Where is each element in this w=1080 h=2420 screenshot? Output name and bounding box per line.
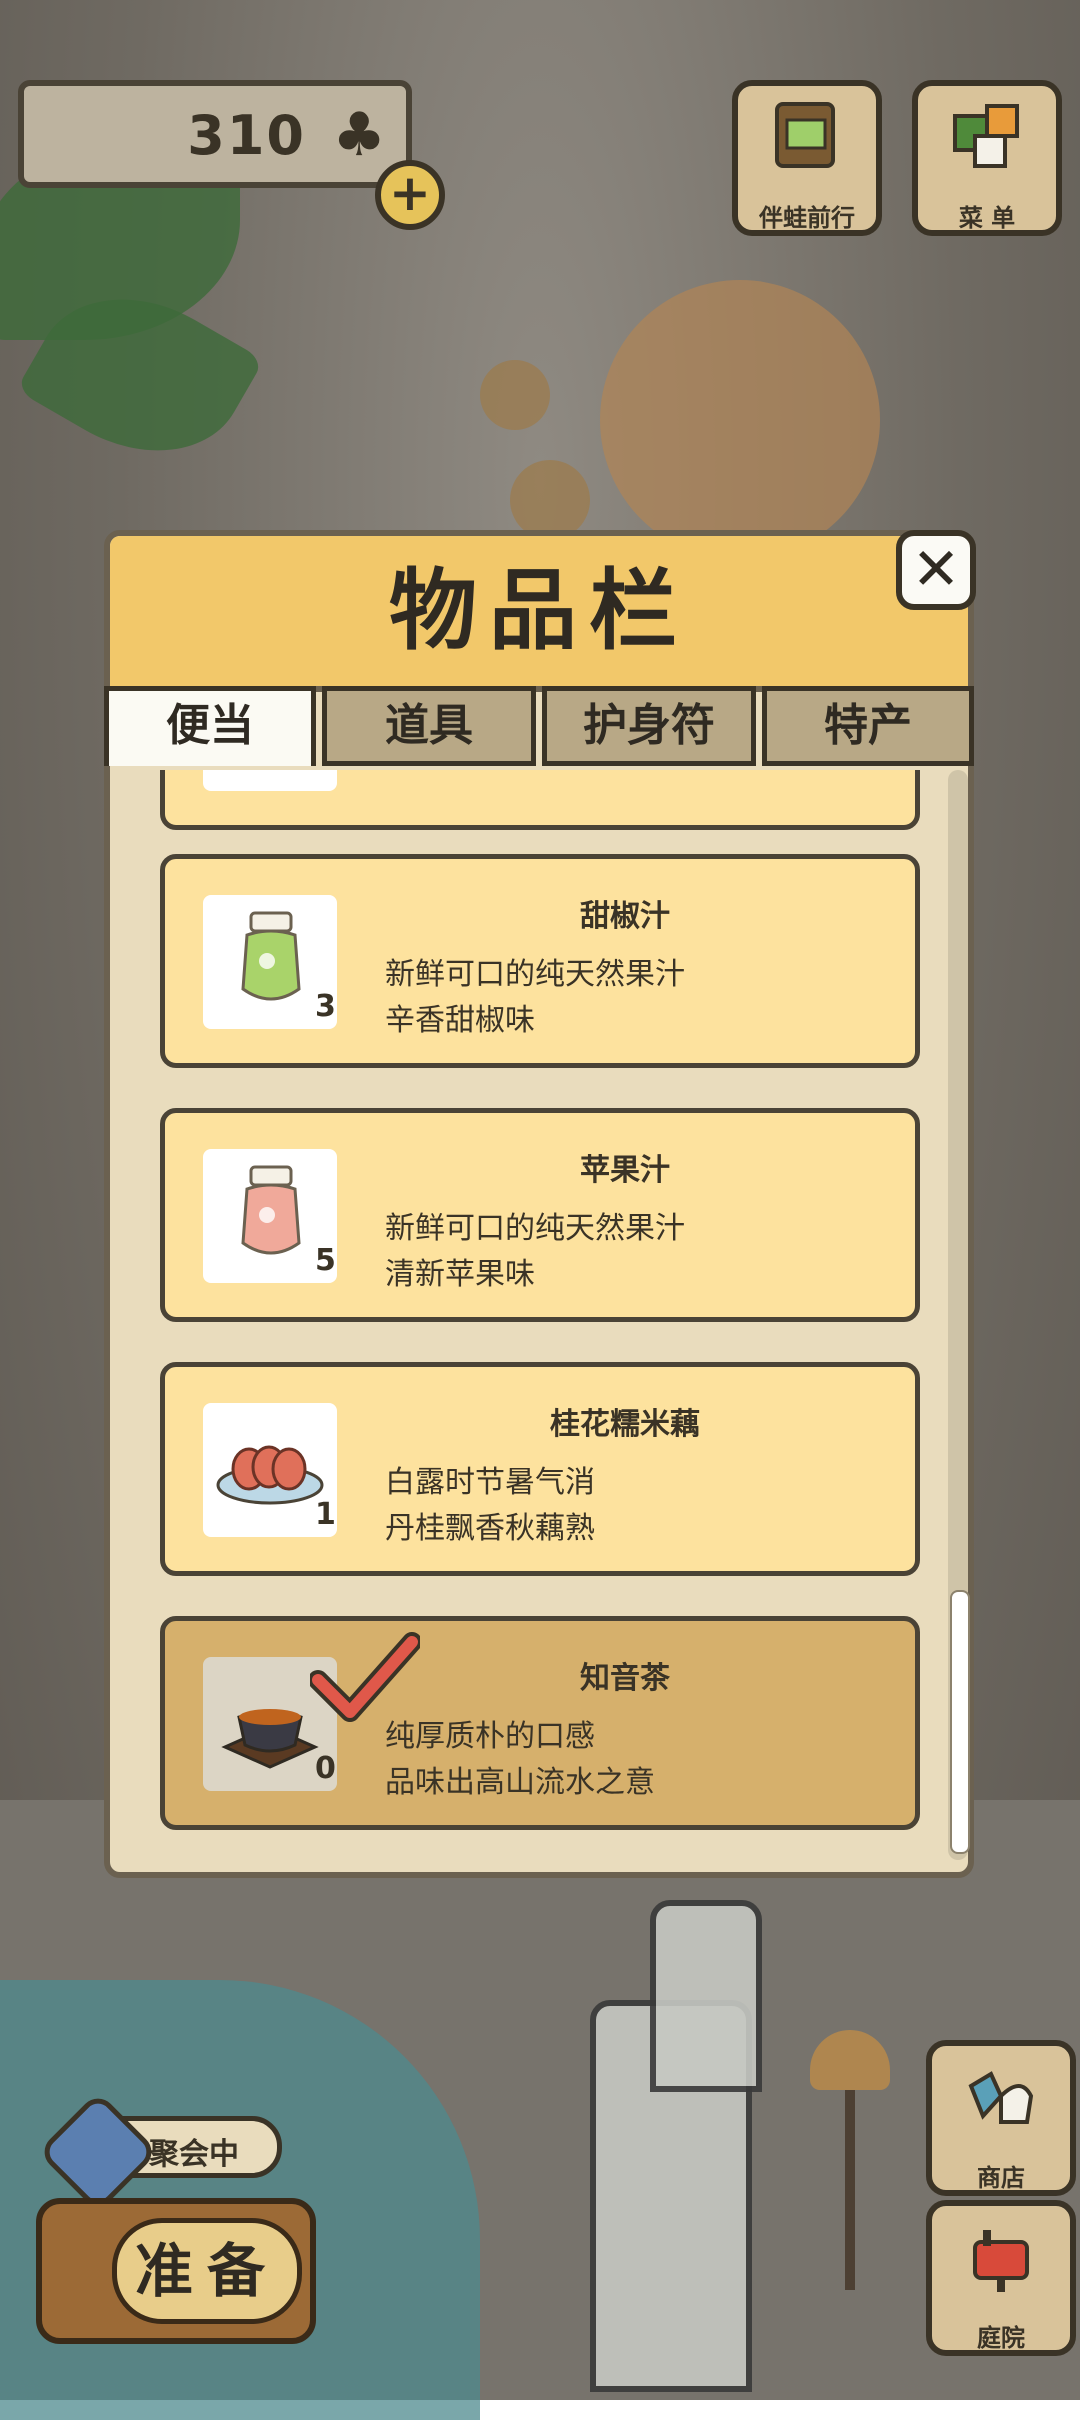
panel-header: 物品栏: [110, 536, 968, 692]
menu-button-label: 菜 单: [958, 204, 1016, 232]
menu-icon: [918, 86, 1056, 204]
party-status[interactable]: 聚会中: [37, 2091, 282, 2213]
yard-button-label: 庭院: [977, 2324, 1025, 2352]
list-item[interactable]: 3 甜椒汁 新鲜可口的纯天然果汁 辛香甜椒味: [160, 854, 920, 1068]
item-name: 桂花糯米藕: [550, 1407, 700, 1442]
item-description: 丹桂飘香秋藕熟: [385, 1511, 595, 1546]
list-item[interactable]: [160, 770, 920, 830]
item-quantity: 1: [315, 1497, 336, 1532]
inventory-tabs: 便当 道具 护身符 特产: [104, 686, 974, 766]
item-quantity: 0: [315, 1751, 336, 1786]
checkmark-icon: [310, 1632, 420, 1722]
lotus-root-plate-icon: [216, 1445, 324, 1505]
item-description: 品味出高山流水之意: [385, 1765, 655, 1800]
wall-decor: [510, 460, 590, 540]
clover-icon: ♣: [332, 100, 386, 170]
shop-button[interactable]: 商店: [926, 2040, 1076, 2196]
album-button[interactable]: 伴蛙前行: [732, 80, 882, 236]
list-item[interactable]: 1 桂花糯米藕 白露时节暑气消 丹桂飘香秋藕熟: [160, 1362, 920, 1576]
scrollbar-thumb[interactable]: [950, 1590, 970, 1854]
tab-bento[interactable]: 便当: [104, 686, 316, 766]
green-juice-jar-icon: [241, 911, 301, 1001]
close-button[interactable]: ✕: [896, 530, 976, 610]
item-description: 辛香甜椒味: [385, 1003, 535, 1038]
menu-button[interactable]: 菜 单: [912, 80, 1062, 236]
list-item[interactable]: 5 苹果汁 新鲜可口的纯天然果汁 清新苹果味: [160, 1108, 920, 1322]
item-description: 新鲜可口的纯天然果汁: [385, 1211, 685, 1246]
pink-juice-jar-icon: [241, 1165, 301, 1255]
item-name: 苹果汁: [580, 1153, 670, 1188]
tab-specialties[interactable]: 特产: [762, 686, 974, 766]
item-name: 知音茶: [580, 1661, 670, 1696]
item-thumbnail: [203, 770, 337, 791]
tab-charms[interactable]: 护身符: [542, 686, 756, 766]
add-clover-button[interactable]: +: [375, 160, 445, 230]
party-status-label: 聚会中: [149, 2137, 239, 2172]
prepare-button[interactable]: 准备: [36, 2198, 316, 2344]
item-description: 白露时节暑气消: [385, 1465, 595, 1500]
clover-counter: 310 ♣: [18, 80, 412, 188]
shop-bag-icon: [932, 2046, 1070, 2164]
wall-decor: [480, 360, 550, 430]
prepare-button-label: 准备: [112, 2218, 302, 2324]
tab-tools[interactable]: 道具: [322, 686, 536, 766]
item-quantity: 5: [315, 1243, 336, 1278]
item-description: 清新苹果味: [385, 1257, 535, 1292]
item-name: 甜椒汁: [580, 899, 670, 934]
item-description: 新鲜可口的纯天然果汁: [385, 957, 685, 992]
yard-button[interactable]: 庭院: [926, 2200, 1076, 2356]
yard-mailbox-icon: [932, 2206, 1070, 2324]
album-button-label: 伴蛙前行: [759, 204, 855, 232]
clover-count: 310: [187, 104, 306, 167]
floor-lamp-pole: [845, 2090, 855, 2290]
shop-button-label: 商店: [977, 2164, 1025, 2192]
folding-screen: [650, 1900, 762, 2092]
item-list: 3 甜椒汁 新鲜可口的纯天然果汁 辛香甜椒味 5 苹果汁 新鲜可口的纯天然果汁 …: [160, 770, 920, 1840]
album-icon: [738, 86, 876, 204]
panel-title: 物品栏: [388, 559, 689, 662]
item-quantity: 3: [315, 989, 336, 1024]
list-item-selected[interactable]: 0 知音茶 纯厚质朴的口感 品味出高山流水之意: [160, 1616, 920, 1830]
tea-bowl-icon: [221, 1709, 319, 1769]
rattan-ball: [600, 280, 880, 560]
